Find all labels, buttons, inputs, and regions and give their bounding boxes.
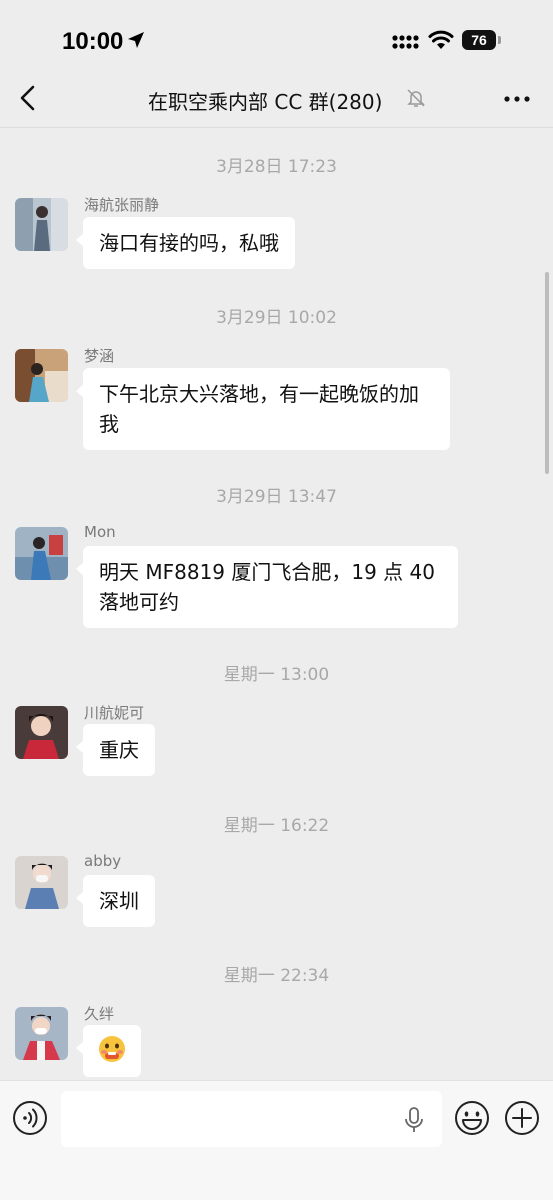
more-options-button[interactable] bbox=[502, 88, 532, 110]
message-timestamp: 3月29日 13:47 bbox=[216, 487, 337, 507]
scrollbar[interactable] bbox=[545, 272, 549, 474]
message-list[interactable]: 3月28日 17:23 海航张丽静 海口有接的吗，私哦 3月29日 10:02 … bbox=[0, 128, 553, 1080]
sender-name: 海航张丽静 bbox=[84, 196, 160, 214]
wifi-icon bbox=[428, 30, 454, 49]
sender-name: 久绊 bbox=[84, 1005, 115, 1023]
sender-name: Mon bbox=[84, 523, 116, 541]
sender-name: 梦涵 bbox=[84, 347, 115, 365]
message-bubble[interactable]: 重庆 bbox=[76, 724, 155, 776]
sender-avatar[interactable] bbox=[15, 349, 68, 402]
microphone-icon[interactable] bbox=[404, 1107, 424, 1133]
sender-avatar[interactable] bbox=[15, 706, 68, 759]
more-functions-button[interactable] bbox=[504, 1100, 540, 1136]
battery-cap bbox=[498, 36, 501, 44]
message-bubble[interactable]: 明天 MF8819 厦门飞合肥，19 点 40 落地可约 bbox=[76, 546, 458, 628]
message-input[interactable] bbox=[61, 1091, 442, 1147]
message-timestamp: 星期一 16:22 bbox=[223, 816, 330, 836]
message-bubble[interactable]: 海口有接的吗，私哦 bbox=[76, 217, 295, 269]
back-button[interactable] bbox=[14, 82, 42, 114]
location-arrow-icon bbox=[128, 32, 144, 48]
status-time: 10:00 bbox=[62, 28, 124, 55]
message-timestamp: 3月29日 10:02 bbox=[216, 308, 337, 328]
sender-avatar[interactable] bbox=[15, 527, 68, 580]
message-bubble[interactable]: 下午北京大兴落地，有一起晚饭的加我 bbox=[76, 368, 450, 450]
cellular-signal-icon bbox=[392, 35, 419, 49]
input-bar bbox=[0, 1080, 553, 1200]
message-timestamp: 星期一 13:00 bbox=[223, 665, 330, 685]
status-bar: 10:00 76 bbox=[0, 0, 553, 80]
message-timestamp: 3月28日 17:23 bbox=[216, 157, 337, 177]
message-timestamp: 星期一 22:34 bbox=[223, 966, 330, 986]
muted-bell-icon bbox=[407, 89, 425, 107]
group-title[interactable]: 在职空乘内部 CC 群(280) bbox=[148, 86, 382, 115]
voice-input-button[interactable] bbox=[12, 1100, 48, 1136]
sender-name: abby bbox=[84, 852, 122, 870]
battery-indicator: 76 bbox=[462, 30, 496, 50]
chat-header: 在职空乘内部 CC 群(280) bbox=[0, 70, 553, 128]
message-bubble[interactable] bbox=[76, 1025, 141, 1077]
emoji-button[interactable] bbox=[454, 1100, 490, 1136]
sender-avatar[interactable] bbox=[15, 1007, 68, 1060]
grimace-emoji-icon bbox=[99, 1036, 125, 1062]
sender-avatar[interactable] bbox=[15, 856, 68, 909]
sender-avatar[interactable] bbox=[15, 198, 68, 251]
sender-name: 川航妮可 bbox=[84, 704, 145, 722]
message-bubble[interactable]: 深圳 bbox=[76, 875, 155, 927]
